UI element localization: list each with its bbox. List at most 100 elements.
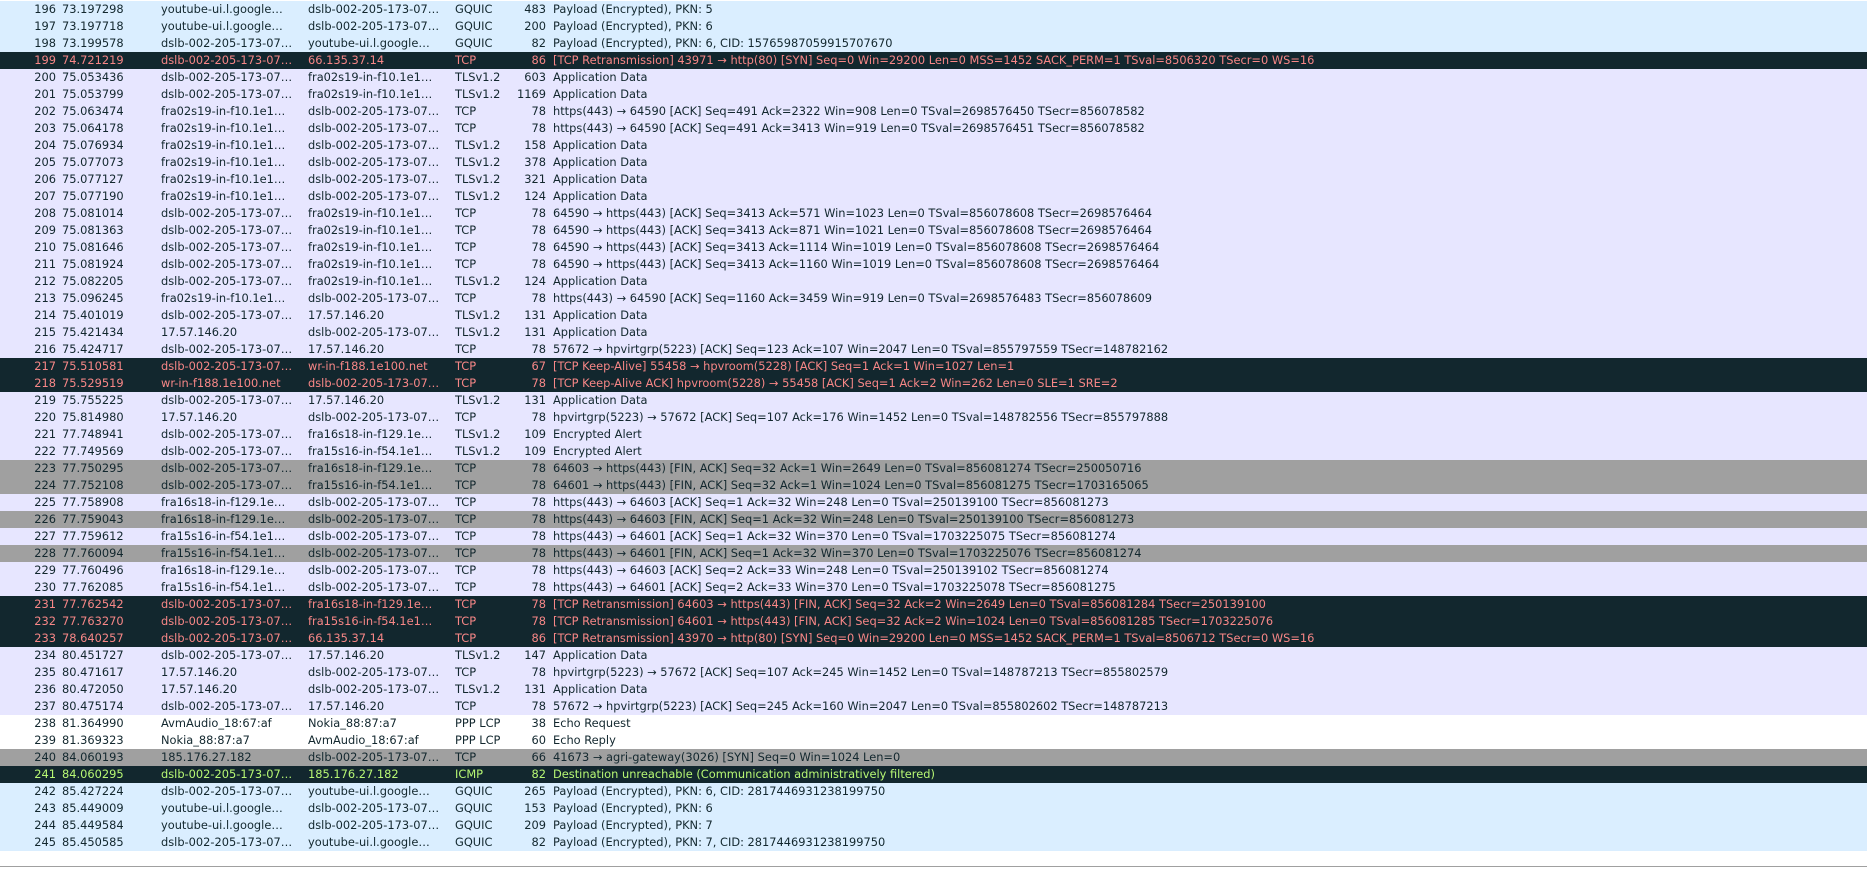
packet-row[interactable]: 199 74.721219 dslb-002-205-173-07… 66.135.3… [0, 52, 1867, 69]
packet-time: 80.451727 [62, 648, 124, 662]
packet-row[interactable]: 234 80.451727 dslb-002-205-173-07… 17.57.14… [0, 647, 1867, 664]
packet-length: 147 [524, 648, 546, 662]
packet-length: 603 [524, 70, 546, 84]
packet-row[interactable]: 229 77.760496 fra16s18-in-f129.1e… dslb-002… [0, 562, 1867, 579]
packet-row[interactable]: 218 75.529519 wr-in-f188.1e100.net dslb-002… [0, 375, 1867, 392]
packet-info: Application Data [553, 648, 648, 662]
packet-time: 80.471617 [62, 665, 124, 679]
packet-number: 221 [34, 427, 56, 441]
packet-row[interactable]: 226 77.759043 fra16s18-in-f129.1e… dslb-002… [0, 511, 1867, 528]
packet-source: dslb-002-205-173-07… [161, 631, 293, 645]
packet-protocol: TCP [455, 563, 477, 577]
packet-row[interactable]: 210 75.081646 dslb-002-205-173-07… fra02s19… [0, 239, 1867, 256]
packet-row[interactable]: 231 77.762542 dslb-002-205-173-07… fra16s18… [0, 596, 1867, 613]
packet-source: dslb-002-205-173-07… [161, 784, 293, 798]
packet-row[interactable]: 211 75.081924 dslb-002-205-173-07… fra02s19… [0, 256, 1867, 273]
packet-length: 60 [531, 733, 547, 747]
packet-info: [TCP Retransmission] 43971 → http(80) [S… [553, 53, 1315, 67]
packet-row[interactable]: 200 75.053436 dslb-002-205-173-07… fra02s19… [0, 69, 1867, 86]
packet-source: dslb-002-205-173-07… [161, 240, 293, 254]
packet-row[interactable]: 228 77.760094 fra15s16-in-f54.1e1… dslb-002… [0, 545, 1867, 562]
packet-destination: fra02s19-in-f10.1e1… [308, 257, 433, 271]
packet-row[interactable]: 235 80.471617 17.57.146.20 dslb-002-205-173… [0, 664, 1867, 681]
packet-row[interactable]: 233 78.640257 dslb-002-205-173-07… 66.135.3… [0, 630, 1867, 647]
packet-length: 38 [531, 716, 547, 730]
packet-source: dslb-002-205-173-07… [161, 308, 293, 322]
packet-time: 77.762085 [62, 580, 124, 594]
packet-row[interactable]: 232 77.763270 dslb-002-205-173-07… fra15s16… [0, 613, 1867, 630]
packet-info: https(443) → 64603 [ACK] Seq=2 Ack=33 Wi… [553, 563, 1109, 577]
packet-row[interactable]: 208 75.081014 dslb-002-205-173-07… fra02s19… [0, 205, 1867, 222]
packet-info: [TCP Retransmission] 64601 → https(443) … [553, 614, 1274, 628]
packet-row[interactable]: 212 75.082205 dslb-002-205-173-07… fra02s19… [0, 273, 1867, 290]
packet-row[interactable]: 207 75.077190 fra02s19-in-f10.1e1… dslb-002… [0, 188, 1867, 205]
packet-row[interactable]: 204 75.076934 fra02s19-in-f10.1e1… dslb-002… [0, 137, 1867, 154]
packet-time: 77.748941 [62, 427, 124, 441]
packet-number: 211 [34, 257, 56, 271]
packet-length: 86 [531, 53, 547, 67]
packet-row[interactable]: 230 77.762085 fra15s16-in-f54.1e1… dslb-002… [0, 579, 1867, 596]
packet-row[interactable]: 244 85.449584 youtube-ui.l.google… dslb-002… [0, 817, 1867, 834]
packet-row[interactable]: 214 75.401019 dslb-002-205-173-07… 17.57.14… [0, 307, 1867, 324]
packet-row[interactable]: 215 75.421434 17.57.146.20 dslb-002-205-173… [0, 324, 1867, 341]
packet-protocol: TLSv1.2 [455, 155, 501, 169]
packet-info: https(443) → 64590 [ACK] Seq=491 Ack=341… [553, 121, 1145, 135]
packet-length: 483 [524, 2, 546, 16]
packet-row[interactable]: 203 75.064178 fra02s19-in-f10.1e1… dslb-002… [0, 120, 1867, 137]
packet-protocol: TLSv1.2 [455, 427, 501, 441]
packet-destination: 17.57.146.20 [308, 308, 385, 322]
packet-row[interactable]: 239 81.369323 Nokia_88:87:a7 AvmAudio_18:67… [0, 732, 1867, 749]
packet-row[interactable]: 219 75.755225 dslb-002-205-173-07… 17.57.14… [0, 392, 1867, 409]
packet-length: 131 [524, 308, 546, 322]
packet-row[interactable]: 240 84.060193 185.176.27.182 dslb-002-205-1… [0, 749, 1867, 766]
packet-row[interactable]: 223 77.750295 dslb-002-205-173-07… fra16s18… [0, 460, 1867, 477]
packet-row[interactable]: 202 75.063474 fra02s19-in-f10.1e1… dslb-002… [0, 103, 1867, 120]
packet-row[interactable]: 197 73.197718 youtube-ui.l.google… dslb-002… [0, 18, 1867, 35]
packet-number: 245 [34, 835, 56, 849]
packet-row[interactable]: 241 84.060295 dslb-002-205-173-07… 185.176.… [0, 766, 1867, 783]
packet-length: 82 [531, 767, 547, 781]
packet-row[interactable]: 222 77.749569 dslb-002-205-173-07… fra15s16… [0, 443, 1867, 460]
packet-source: youtube-ui.l.google… [161, 19, 283, 33]
packet-row[interactable]: 198 73.199578 dslb-002-205-173-07… youtube-… [0, 35, 1867, 52]
packet-length: 78 [531, 376, 547, 390]
packet-protocol: GQUIC [455, 784, 493, 798]
packet-row[interactable]: 213 75.096245 fra02s19-in-f10.1e1… dslb-002… [0, 290, 1867, 307]
packet-row[interactable]: 206 75.077127 fra02s19-in-f10.1e1… dslb-002… [0, 171, 1867, 188]
packet-row[interactable]: 217 75.510581 dslb-002-205-173-07… wr-in-f1… [0, 358, 1867, 375]
packet-row[interactable]: 238 81.364990 AvmAudio_18:67:af Nokia_88:87… [0, 715, 1867, 732]
packet-protocol: TCP [455, 461, 477, 475]
packet-row[interactable]: 196 73.197298 youtube-ui.l.google… dslb-002… [0, 1, 1867, 18]
packet-row[interactable]: 245 85.450585 dslb-002-205-173-07… youtube-… [0, 834, 1867, 851]
packet-number: 214 [34, 308, 56, 322]
packet-list[interactable]: 196 73.197298 youtube-ui.l.google… dslb-002… [0, 1, 1867, 851]
packet-number: 212 [34, 274, 56, 288]
packet-row[interactable]: 220 75.814980 17.57.146.20 dslb-002-205-173… [0, 409, 1867, 426]
packet-row[interactable]: 242 85.427224 dslb-002-205-173-07… youtube-… [0, 783, 1867, 800]
packet-length: 78 [531, 121, 547, 135]
packet-source: 17.57.146.20 [161, 682, 238, 696]
packet-row[interactable]: 224 77.752108 dslb-002-205-173-07… fra15s16… [0, 477, 1867, 494]
packet-row[interactable]: 237 80.475174 dslb-002-205-173-07… 17.57.14… [0, 698, 1867, 715]
packet-time: 84.060193 [62, 750, 124, 764]
packet-source: dslb-002-205-173-07… [161, 53, 293, 67]
packet-row[interactable]: 201 75.053799 dslb-002-205-173-07… fra02s19… [0, 86, 1867, 103]
packet-time: 75.401019 [62, 308, 124, 322]
packet-number: 238 [34, 716, 56, 730]
packet-row[interactable]: 243 85.449009 youtube-ui.l.google… dslb-002… [0, 800, 1867, 817]
packet-row[interactable]: 225 77.758908 fra16s18-in-f129.1e… dslb-002… [0, 494, 1867, 511]
packet-time: 75.064178 [62, 121, 124, 135]
packet-row[interactable]: 236 80.472050 17.57.146.20 dslb-002-205-173… [0, 681, 1867, 698]
packet-info: Application Data [553, 393, 648, 407]
packet-length: 78 [531, 495, 547, 509]
packet-info: 41673 → agri-gateway(3026) [SYN] Seq=0 W… [553, 750, 901, 764]
packet-row[interactable]: 216 75.424717 dslb-002-205-173-07… 17.57.14… [0, 341, 1867, 358]
packet-row[interactable]: 205 75.077073 fra02s19-in-f10.1e1… dslb-002… [0, 154, 1867, 171]
packet-length: 78 [531, 410, 547, 424]
packet-row[interactable]: 227 77.759612 fra15s16-in-f54.1e1… dslb-002… [0, 528, 1867, 545]
packet-protocol: TLSv1.2 [455, 87, 501, 101]
packet-row[interactable]: 209 75.081363 dslb-002-205-173-07… fra02s19… [0, 222, 1867, 239]
packet-protocol: TLSv1.2 [455, 172, 501, 186]
packet-time: 75.421434 [62, 325, 124, 339]
packet-row[interactable]: 221 77.748941 dslb-002-205-173-07… fra16s18… [0, 426, 1867, 443]
